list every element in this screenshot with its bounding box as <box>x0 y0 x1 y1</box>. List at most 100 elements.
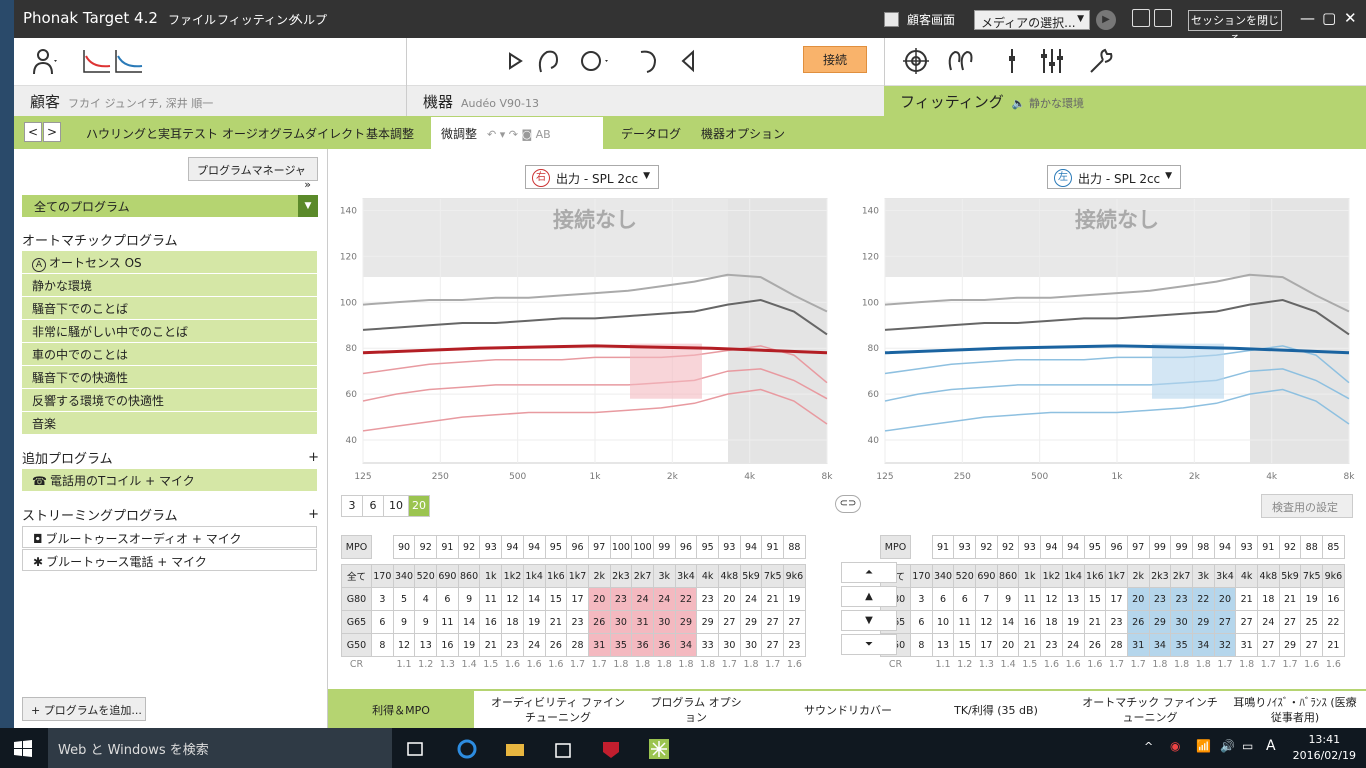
mpo-cell[interactable]: 95 <box>696 535 719 559</box>
g65-cell[interactable]: 29 <box>1148 610 1172 634</box>
mpo-cell[interactable]: 94 <box>1213 535 1237 559</box>
volume-icon[interactable]: 🔊 <box>1220 739 1235 753</box>
menu-file[interactable]: ファイル <box>168 11 216 28</box>
g50-cell[interactable]: 15 <box>953 633 977 657</box>
g80-cell[interactable]: 17 <box>566 587 589 611</box>
freq-header-cell[interactable]: 7k5 <box>761 564 785 588</box>
task-view-icon[interactable] <box>404 738 426 760</box>
g50-cell[interactable]: 13 <box>931 633 955 657</box>
g65-cell[interactable]: 22 <box>1322 610 1345 634</box>
freq-header-cell[interactable]: 3k <box>652 564 676 588</box>
g65-cell[interactable]: 29 <box>739 610 763 634</box>
g65-cell[interactable]: 14 <box>457 610 481 634</box>
mpo-cell[interactable]: 94 <box>501 535 524 559</box>
g50-cell[interactable]: 36 <box>631 633 654 657</box>
mpo-cell[interactable]: 91 <box>436 535 459 559</box>
mpo-cell[interactable]: 96 <box>1105 535 1128 559</box>
freq-header-cell[interactable]: 4k8 <box>1257 564 1280 588</box>
g50-cell[interactable]: 35 <box>609 633 633 657</box>
g65-cell[interactable]: 9 <box>392 610 416 634</box>
g50-cell[interactable]: 26 <box>1083 633 1107 657</box>
person-icon[interactable] <box>30 46 60 76</box>
nav-forward-button[interactable]: > <box>43 122 61 142</box>
btab-auto-tuning[interactable]: オートマチック ファインチューニング <box>1082 691 1218 728</box>
g80-cell[interactable]: 23 <box>696 587 719 611</box>
audiogram-left-icon[interactable] <box>114 46 144 76</box>
mpo-cell[interactable]: 91 <box>1257 535 1280 559</box>
level-button-20[interactable]: 20 <box>408 495 430 517</box>
program-item[interactable]: 非常に騒がしい中でのことば <box>22 320 317 342</box>
mpo-cell[interactable]: 99 <box>652 535 676 559</box>
g65-cell[interactable]: 16 <box>479 610 503 634</box>
add-program-button[interactable]: + プログラムを追加... <box>22 697 146 721</box>
g65-cell[interactable]: 30 <box>652 610 676 634</box>
ear-hook-icon[interactable] <box>533 46 563 76</box>
program-item-tcoil[interactable]: ☎ 電話用のTコイル + マイク <box>22 469 317 491</box>
program-item[interactable]: 車の中でのことは <box>22 343 317 365</box>
g65-cell[interactable]: 29 <box>1191 610 1215 634</box>
g50-cell[interactable]: 16 <box>436 633 459 657</box>
mpo-cell[interactable]: 96 <box>566 535 589 559</box>
level-button-3[interactable]: 3 <box>341 495 363 517</box>
freq-header-cell[interactable]: 4k <box>696 564 719 588</box>
mpo-cell[interactable]: 88 <box>783 535 806 559</box>
g65-cell[interactable]: 9 <box>414 610 438 634</box>
freq-header-cell[interactable]: 1k6 <box>544 564 568 588</box>
g50-cell[interactable]: 34 <box>1191 633 1215 657</box>
program-item[interactable]: 静かな環境 <box>22 274 317 296</box>
tab-fine-tuning[interactable]: 微調整 ↶ ▾ ↷ ◙ AB <box>431 117 603 149</box>
mpo-cell[interactable]: 92 <box>1278 535 1302 559</box>
g50-cell[interactable]: 23 <box>501 633 524 657</box>
g50-cell[interactable]: 33 <box>696 633 719 657</box>
g80-cell[interactable]: 21 <box>1278 587 1302 611</box>
g50-cell[interactable]: 24 <box>522 633 546 657</box>
g50-cell[interactable]: 34 <box>674 633 698 657</box>
g80-cell[interactable]: 23 <box>1148 587 1172 611</box>
g80-cell[interactable]: 6 <box>931 587 955 611</box>
g65-cell[interactable]: 18 <box>1040 610 1063 634</box>
program-item-autosense[interactable]: A オートセンス OS <box>22 251 317 273</box>
mpo-cell[interactable]: 92 <box>975 535 998 559</box>
g80-cell[interactable]: 20 <box>1213 587 1237 611</box>
program-item[interactable]: 音楽 <box>22 412 317 434</box>
g80-cell[interactable]: 5 <box>392 587 416 611</box>
test-settings-button[interactable]: 検査用の設定 <box>1261 494 1353 518</box>
ears-icon[interactable] <box>945 46 975 76</box>
mpo-cell[interactable]: 92 <box>457 535 481 559</box>
freq-header-cell[interactable]: 3k4 <box>674 564 698 588</box>
g50-cell[interactable]: 27 <box>1257 633 1280 657</box>
g80-cell[interactable]: 12 <box>1040 587 1063 611</box>
freq-header-cell[interactable]: 7k5 <box>1300 564 1324 588</box>
g80-cell[interactable]: 9 <box>996 587 1020 611</box>
mpo-cell[interactable]: 93 <box>718 535 741 559</box>
windows-start-icon[interactable] <box>12 738 34 760</box>
freq-header-cell[interactable]: 170 <box>910 564 933 588</box>
mpo-cell[interactable]: 98 <box>1191 535 1215 559</box>
g50-cell[interactable]: 21 <box>1322 633 1345 657</box>
btab-audibility[interactable]: オーディビリティ ファインチューニング <box>488 691 628 728</box>
hand-touch-icon[interactable] <box>579 46 609 76</box>
left-ear-chart[interactable]: 140 120 100 80 60 40 125 250 500 1k 2k 4k 8k 接続なし <box>855 197 1366 487</box>
g80-cell[interactable]: 21 <box>1235 587 1258 611</box>
g50-cell[interactable]: 26 <box>544 633 568 657</box>
g80-cell[interactable]: 22 <box>674 587 698 611</box>
tab-feedback[interactable]: ハウリングと実耳テスト <box>86 125 218 142</box>
freq-header-cell[interactable]: 3k4 <box>1213 564 1237 588</box>
freq-header-cell[interactable]: 2k7 <box>1170 564 1193 588</box>
step-down-double-icon[interactable]: ⏷ <box>841 634 897 655</box>
g80-cell[interactable]: 6 <box>436 587 459 611</box>
audiogram-icon[interactable] <box>82 46 112 76</box>
g65-cell[interactable]: 21 <box>1083 610 1107 634</box>
freq-header-cell[interactable]: 2k <box>587 564 611 588</box>
left-view-select[interactable]: 左出力 - SPL 2cc ▼ <box>1047 165 1181 189</box>
g65-cell[interactable]: 24 <box>1257 610 1280 634</box>
g80-cell[interactable]: 13 <box>1061 587 1085 611</box>
g50-cell[interactable]: 13 <box>414 633 438 657</box>
add-stream-icon[interactable]: + <box>308 507 319 522</box>
g50-cell[interactable]: 31 <box>1126 633 1150 657</box>
g50-cell[interactable]: 28 <box>1105 633 1128 657</box>
play-sound-icon[interactable] <box>501 46 531 76</box>
g65-cell[interactable]: 14 <box>996 610 1020 634</box>
all-programs-select[interactable]: 全てのプログラム ▼ <box>22 195 318 217</box>
program-manager-button[interactable]: プログラムマネージャ » <box>188 157 318 191</box>
